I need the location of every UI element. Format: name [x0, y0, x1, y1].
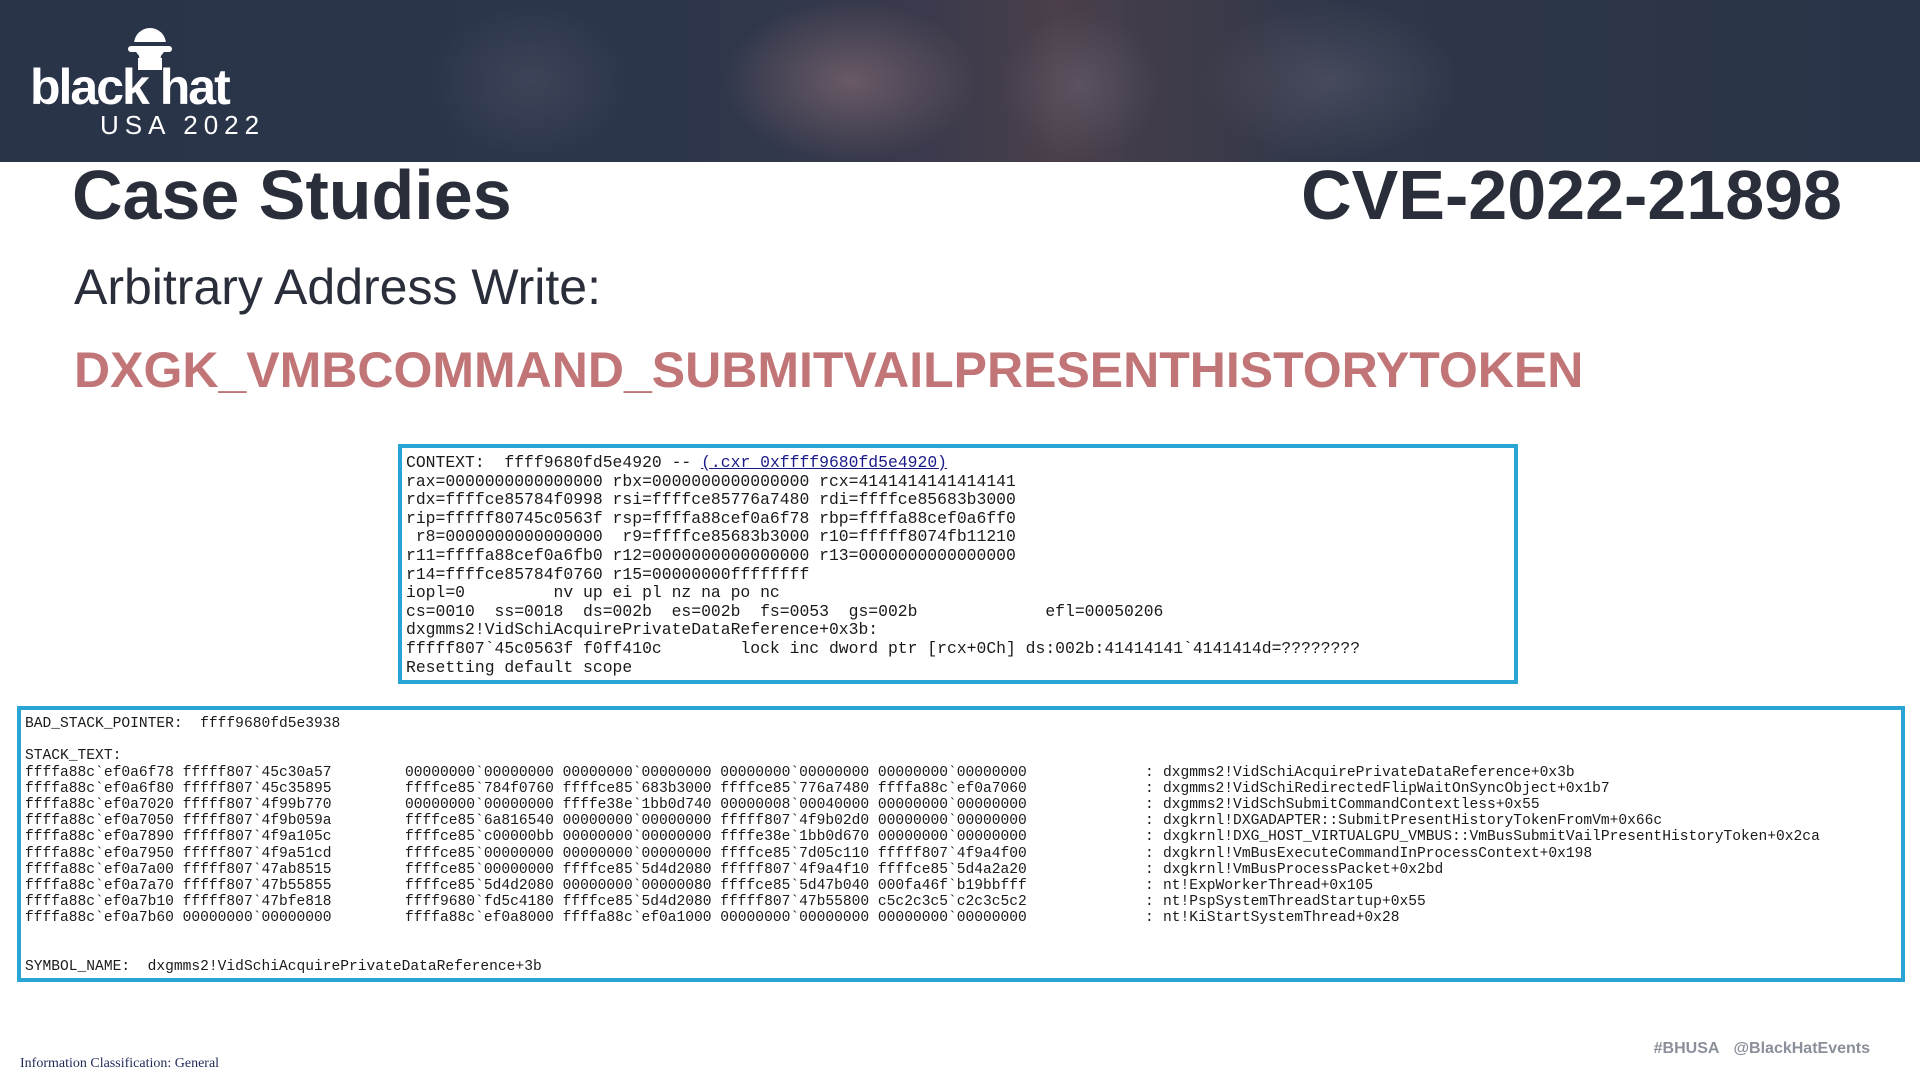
child-sp-retaddr: ffffa88c`ef0a7050 fffff807`4f9b059a: [25, 813, 332, 830]
banner-photo-blur: [720, 0, 980, 162]
child-sp-retaddr: ffffa88c`ef0a7b60 00000000`00000000: [25, 910, 332, 927]
register-line: rax=0000000000000000 rbx=000000000000000…: [406, 471, 1016, 491]
logo-event: USA 2022: [100, 110, 266, 140]
stack-row: ffffa88c`ef0a6f80 fffff807`45c35895 ffffc…: [25, 781, 1901, 797]
stack-args: 00000000`00000000 00000000`00000000 0000…: [405, 764, 1027, 781]
separator: :: [1145, 878, 1154, 895]
banner-photo-blur: [1200, 0, 1460, 162]
stack-args: ffffce85`5d4d2080 00000000`00000080 ffff…: [405, 878, 1027, 895]
banner-photo-blur: [430, 0, 630, 162]
context-prefix: CONTEXT: ffff9680fd5e4920 --: [406, 453, 702, 472]
call-site: dxgkrnl!VmBusExecuteCommandInProcessCont…: [1163, 845, 1593, 862]
register-line: r8=0000000000000000 r9=ffffce85683b3000 …: [406, 527, 1016, 547]
blackhat-logo: black hat USA 2022: [30, 22, 310, 142]
register-line: iopl=0 nv up ei pl nz na po nc: [406, 583, 780, 603]
classification-label: Information Classification: General: [20, 1056, 220, 1071]
call-site: dxgmms2!VidSchiAcquirePrivateDataReferen…: [1163, 764, 1575, 781]
register-line: r14=ffffce85784f0760 r15=00000000fffffff…: [406, 564, 810, 584]
header-banner: black hat USA 2022: [0, 0, 1920, 162]
register-lines: rax=0000000000000000 rbx=000000000000000…: [406, 471, 1514, 678]
register-line: cs=0010 ss=0018 ds=002b es=002b fs=0053 …: [406, 601, 1164, 621]
child-sp-retaddr: ffffa88c`ef0a7a00 fffff807`47ab8515: [25, 861, 332, 878]
child-sp-retaddr: ffffa88c`ef0a6f80 fffff807`45c35895: [25, 780, 332, 797]
register-line: fffff807`45c0563f f0ff410c lock inc dwor…: [406, 638, 1361, 658]
separator: :: [1145, 829, 1154, 846]
stack-args: ffffce85`00000000 00000000`00000000 ffff…: [405, 845, 1027, 862]
child-sp-retaddr: ffffa88c`ef0a7020 fffff807`4f99b770: [25, 797, 332, 814]
stack-row: ffffa88c`ef0a7b60 00000000`00000000 ffffa…: [25, 910, 1901, 926]
call-site: nt!PspSystemThreadStartup+0x55: [1163, 894, 1426, 911]
cve-id: CVE-2022-21898: [1301, 156, 1842, 234]
call-site: dxgkrnl!DXGADAPTER::SubmitPresentHistory…: [1163, 813, 1663, 830]
call-site: nt!KiStartSystemThread+0x28: [1163, 910, 1400, 927]
stack-row: ffffa88c`ef0a7b10 fffff807`47bfe818 ffff9…: [25, 894, 1901, 910]
separator: :: [1145, 910, 1154, 927]
stack-trace-box: BAD_STACK_POINTER: ffff9680fd5e3938 STAC…: [17, 706, 1905, 982]
separator: :: [1145, 861, 1154, 878]
stack-args: ffffa88c`ef0a8000 ffffa88c`ef0a1000 0000…: [405, 910, 1027, 927]
register-line: rip=fffff80745c0563f rsp=ffffa88cef0a6f7…: [406, 508, 1016, 528]
separator: :: [1145, 780, 1154, 797]
slide-title: Case Studies: [72, 156, 512, 234]
stack-row: ffffa88c`ef0a7050 fffff807`4f9b059a ffffc…: [25, 813, 1901, 829]
stack-args: ffffce85`c00000bb 00000000`00000000 ffff…: [405, 829, 1027, 846]
stack-rows: ffffa88c`ef0a6f78 fffff807`45c30a57 00000…: [25, 765, 1901, 927]
footer-social: #BHUSA @BlackHatEvents: [1640, 1040, 1870, 1058]
cxr-link[interactable]: (.cxr 0xffff9680fd5e4920): [701, 453, 947, 472]
register-context-box: CONTEXT: ffff9680fd5e4920 -- (.cxr 0xfff…: [398, 444, 1518, 684]
struct-name: DXGK_VMBCOMMAND_SUBMITVAILPRESENTHISTORY…: [74, 342, 1584, 398]
stack-row: ffffa88c`ef0a7890 fffff807`4f9a105c ffffc…: [25, 829, 1901, 845]
banner-photo-blur: [1000, 10, 1160, 162]
register-line: Resetting default scope: [406, 657, 633, 677]
separator: :: [1145, 845, 1154, 862]
bad-stack-pointer: BAD_STACK_POINTER: ffff9680fd5e3938: [25, 716, 341, 732]
stack-row: ffffa88c`ef0a7a00 fffff807`47ab8515 ffffc…: [25, 862, 1901, 878]
stack-args: 00000000`00000000 ffffe38e`1bb0d740 0000…: [405, 797, 1027, 814]
separator: :: [1145, 764, 1154, 781]
separator: :: [1145, 894, 1154, 911]
symbol-name: SYMBOL_NAME: dxgmms2!VidSchiAcquirePriva…: [25, 959, 542, 976]
call-site: dxgmms2!VidSchiRedirectedFlipWaitOnSyncO…: [1163, 780, 1610, 797]
stack-row: ffffa88c`ef0a6f78 fffff807`45c30a57 00000…: [25, 765, 1901, 781]
hashtag: #BHUSA: [1653, 1040, 1720, 1057]
stack-row: ffffa88c`ef0a7950 fffff807`4f9a51cd ffffc…: [25, 846, 1901, 862]
separator: :: [1145, 813, 1154, 830]
call-site: dxgmms2!VidSchSubmitCommandContextless+0…: [1163, 797, 1540, 814]
call-site: nt!ExpWorkerThread+0x105: [1163, 878, 1374, 895]
stack-row: ffffa88c`ef0a7a70 fffff807`47b55855 ffffc…: [25, 878, 1901, 894]
separator: :: [1145, 797, 1154, 814]
call-site: dxgkrnl!DXG_HOST_VIRTUALGPU_VMBUS::VmBus…: [1163, 829, 1820, 846]
child-sp-retaddr: ffffa88c`ef0a7890 fffff807`4f9a105c: [25, 829, 332, 846]
child-sp-retaddr: ffffa88c`ef0a6f78 fffff807`45c30a57: [25, 764, 332, 781]
logo-wordmark: black hat: [30, 59, 231, 115]
twitter-handle: @BlackHatEvents: [1733, 1040, 1870, 1057]
child-sp-retaddr: ffffa88c`ef0a7950 fffff807`4f9a51cd: [25, 845, 332, 862]
call-site: dxgkrnl!VmBusProcessPacket+0x2bd: [1163, 861, 1444, 878]
register-line: rdx=ffffce85784f0998 rsi=ffffce85776a748…: [406, 490, 1016, 510]
stack-row: ffffa88c`ef0a7020 fffff807`4f99b770 00000…: [25, 797, 1901, 813]
register-line: dxgmms2!VidSchiAcquirePrivateDataReferen…: [406, 620, 879, 640]
child-sp-retaddr: ffffa88c`ef0a7b10 fffff807`47bfe818: [25, 894, 332, 911]
register-line: r11=ffffa88cef0a6fb0 r12=000000000000000…: [406, 545, 1016, 565]
stack-args: ffff9680`fd5c4180 ffffce85`5d4d2080 ffff…: [405, 894, 1027, 911]
stack-args: ffffce85`784f0760 ffffce85`683b3000 ffff…: [405, 780, 1027, 797]
stack-text-label: STACK_TEXT:: [25, 748, 122, 765]
stack-args: ffffce85`00000000 ffffce85`5d4d2080 ffff…: [405, 861, 1027, 878]
context-line: CONTEXT: ffff9680fd5e4920 -- (.cxr 0xfff…: [406, 453, 1514, 473]
child-sp-retaddr: ffffa88c`ef0a7a70 fffff807`47b55855: [25, 878, 332, 895]
stack-args: ffffce85`6a816540 00000000`00000000 ffff…: [405, 813, 1027, 830]
slide-subtitle: Arbitrary Address Write:: [74, 259, 602, 315]
